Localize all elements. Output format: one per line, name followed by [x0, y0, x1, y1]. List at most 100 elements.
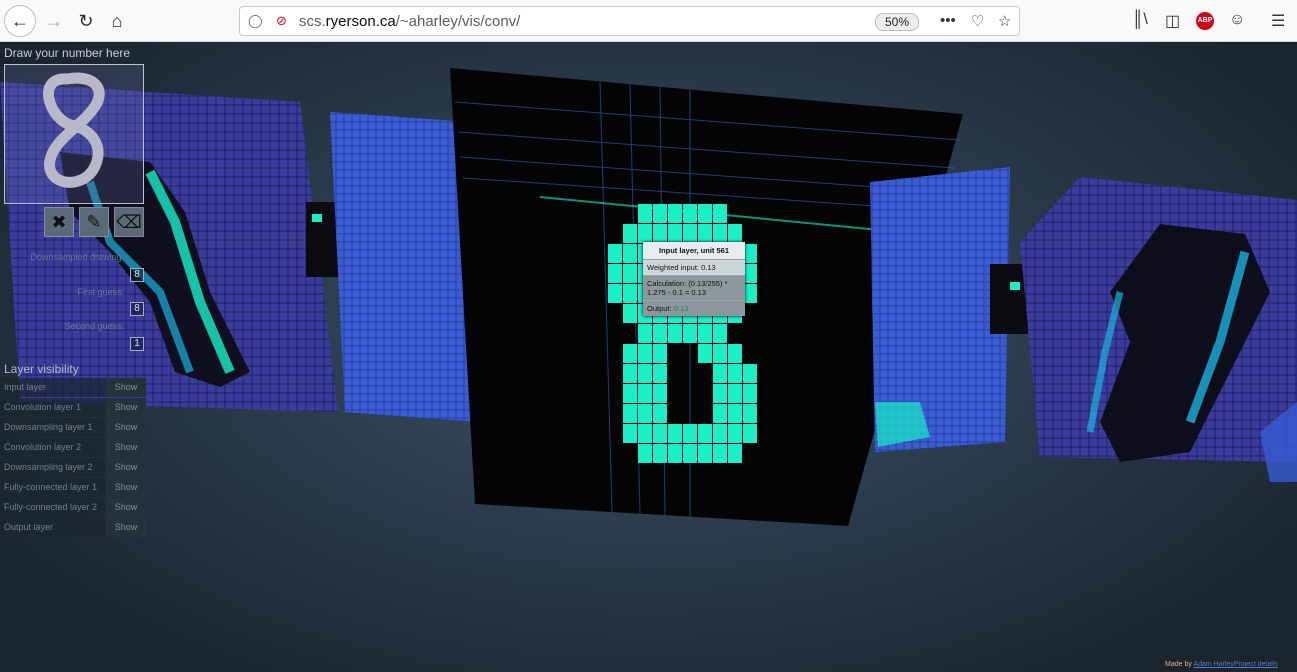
digit-pixel [638, 364, 652, 383]
project-details-link[interactable]: Project details [1234, 661, 1278, 668]
digit-pixel [638, 344, 652, 363]
digit-pixel [653, 384, 667, 403]
home-icon[interactable]: ⌂ [101, 5, 133, 37]
show-button[interactable]: Show [106, 418, 146, 437]
show-button[interactable]: Show [106, 498, 146, 517]
digit-pixel [743, 284, 757, 303]
digit-pixel [713, 204, 727, 223]
sidebar-icon[interactable]: ◫ [1165, 11, 1180, 31]
digit-pixel [653, 224, 667, 243]
digit-pixel [653, 424, 667, 443]
browser-toolbar: ← → ↻ ⌂ ◯ ⊘ scs.ryerson.ca/~aharley/vis/… [0, 0, 1297, 42]
digit-pixel [653, 344, 667, 363]
digit-pixel [623, 304, 637, 323]
digit-pixel [623, 264, 637, 283]
forward-icon[interactable]: → [38, 5, 70, 37]
digit-pixel [623, 364, 637, 383]
network-visualization[interactable]: Input layer, unit 561 Weighted input: 0.… [0, 42, 1297, 672]
first-guess-value: 8 [130, 302, 144, 316]
author-link[interactable]: Adam Harley [1193, 661, 1233, 668]
eraser-icon[interactable]: ⌫ [114, 207, 144, 237]
zoom-level-badge[interactable]: 50% [875, 13, 919, 31]
reload-icon[interactable]: ↻ [70, 5, 102, 37]
pencil-icon[interactable]: ✎ [79, 207, 109, 237]
digit-pixel [743, 244, 757, 263]
digit-pixel [683, 424, 697, 443]
digit-pixel [728, 364, 742, 383]
more-actions-icon[interactable]: ••• [940, 12, 956, 29]
digit-pixel [638, 204, 652, 223]
layer-row-down2: Downsampling layer 2 Show [0, 458, 146, 477]
digit-pixel [668, 204, 682, 223]
show-button[interactable]: Show [106, 398, 146, 417]
digit-pixel [728, 444, 742, 463]
digit-pixel [653, 404, 667, 423]
pocket-icon[interactable]: ♡ [971, 12, 984, 30]
digit-pixel [668, 324, 682, 343]
digit-pixel [713, 444, 727, 463]
account-icon[interactable]: ☺ [1229, 11, 1245, 29]
digit-pixel [743, 364, 757, 383]
downsampled-preview: 8 [130, 268, 144, 282]
digit-pixel [683, 324, 697, 343]
digit-pixel [713, 344, 727, 363]
digit-pixel [638, 324, 652, 343]
digit-pixel [653, 364, 667, 383]
digit-pixel [623, 404, 637, 423]
show-button[interactable]: Show [106, 518, 146, 537]
adblock-icon[interactable]: ABP [1196, 12, 1214, 30]
menu-icon[interactable]: ☰ [1271, 11, 1285, 31]
digit-pixel [728, 424, 742, 443]
digit-pixel [623, 224, 637, 243]
digit-pixel [713, 364, 727, 383]
library-icon[interactable]: ║\ [1132, 11, 1148, 29]
tooltip-output: Output: 0.13 [643, 300, 745, 316]
shield-icon[interactable]: ◯ [248, 13, 263, 29]
digit-pixel [743, 384, 757, 403]
digit-pixel [743, 424, 757, 443]
layer-row-down1: Downsampling layer 1 Show [0, 418, 146, 437]
digit-pixel [638, 224, 652, 243]
digit-pixel [698, 444, 712, 463]
back-icon[interactable]: ← [4, 5, 36, 37]
url-text[interactable]: scs.ryerson.ca/~aharley/vis/conv/ [299, 13, 520, 30]
digit-pixel [653, 204, 667, 223]
digit-pixel [668, 424, 682, 443]
footer-credit: Made by Adam HarleyProject details [1162, 660, 1281, 669]
layer-row-fc1: Fully-connected layer 1 Show [0, 478, 146, 497]
digit-pixel [623, 384, 637, 403]
digit-pixel [713, 424, 727, 443]
digit-pixel [728, 224, 742, 243]
digit-pixel [728, 344, 742, 363]
digit-pixel [713, 224, 727, 243]
show-button[interactable]: Show [106, 478, 146, 497]
layer-row-output: Output layer Show [0, 518, 146, 537]
digit-pixel [743, 264, 757, 283]
digit-pixel [698, 324, 712, 343]
digit-pixel [653, 324, 667, 343]
digit-pixel [608, 264, 622, 283]
show-button[interactable]: Show [106, 378, 146, 397]
digit-pixel [683, 224, 697, 243]
digit-pixel [743, 404, 757, 423]
digit-pixel [683, 444, 697, 463]
digit-pixel [638, 424, 652, 443]
second-guess-value: 1 [130, 337, 144, 351]
digit-pixel [608, 284, 622, 303]
url-bar[interactable]: ◯ ⊘ scs.ryerson.ca/~aharley/vis/conv/ 50… [239, 6, 1020, 36]
drawn-digit [43, 72, 105, 188]
show-button[interactable]: Show [106, 438, 146, 457]
clear-button[interactable]: ✖ [44, 207, 74, 237]
downsampled-label: Downsampled drawing: [30, 252, 124, 262]
digit-pixel [638, 444, 652, 463]
digit-pixel [698, 344, 712, 363]
digit-pixel [623, 244, 637, 263]
drawing-canvas[interactable] [4, 64, 144, 204]
bookmark-star-icon[interactable]: ☆ [998, 12, 1011, 30]
digit-pixel [668, 444, 682, 463]
layer-row-fc2: Fully-connected layer 2 Show [0, 498, 146, 517]
layer-row-conv1: Convolution layer 1 Show [0, 398, 146, 417]
show-button[interactable]: Show [106, 458, 146, 477]
digit-pixel [728, 404, 742, 423]
insecure-lock-icon[interactable]: ⊘ [276, 13, 287, 29]
